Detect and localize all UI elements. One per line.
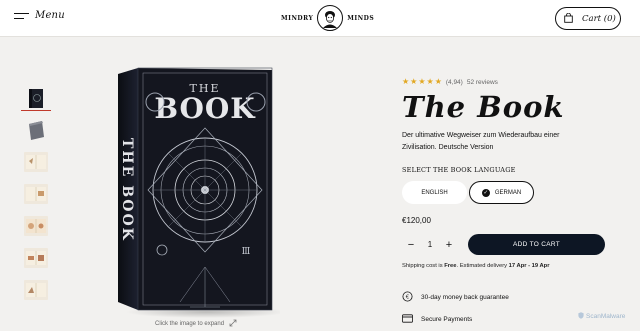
feature-label: Secure Payments [421, 316, 473, 323]
svg-text:THE BOOK: THE BOOK [119, 138, 135, 242]
thumbnail-page-4[interactable] [21, 246, 51, 271]
thumbnail-book-back[interactable] [21, 118, 51, 143]
logo-word-left: MINDRY [281, 14, 314, 22]
site-logo[interactable]: MINDRY MINDS [281, 5, 374, 31]
review-count: 52 reviews [466, 78, 498, 86]
feature-secure-payments: Secure Payments [402, 314, 472, 325]
money-back-icon: € [402, 291, 413, 304]
shipping-prefix: Shipping cost is [402, 263, 445, 269]
quantity-value[interactable]: 1 [424, 238, 436, 252]
quantity-increase-button[interactable]: + [442, 238, 456, 252]
shipping-free: Free [444, 263, 457, 269]
product-title: The Book [402, 90, 565, 124]
product-price: €120,00 [402, 216, 431, 225]
thumbnail-page-1[interactable] [21, 150, 51, 175]
quantity-decrease-button[interactable]: − [404, 238, 418, 252]
language-option-label: GERMAN [494, 189, 522, 196]
shipping-info: Shipping cost is Free. Estimated deliver… [402, 263, 549, 269]
hamburger-icon [14, 12, 29, 20]
rating[interactable]: ★ ★ ★ ★ ★ (4,94) 52 reviews [402, 78, 498, 86]
delivery-window: 17 Apr - 19 Apr [508, 263, 550, 269]
menu-button[interactable]: Menu [14, 10, 65, 21]
expand-icon[interactable] [229, 319, 237, 329]
star-icon: ★ [426, 77, 434, 86]
add-to-cart-button[interactable]: ADD TO CART [468, 234, 605, 255]
svg-text:BOOK: BOOK [154, 92, 256, 125]
site-header: Menu MINDRY MINDS Cart (0) [0, 0, 640, 37]
watermark: ScanMalware [578, 312, 625, 321]
rating-value: (4,94) [445, 78, 463, 86]
credit-card-icon [402, 314, 413, 325]
feature-money-back: € 30-day money back guarantee [402, 291, 509, 304]
menu-label: Menu [35, 10, 65, 21]
language-option-english[interactable]: ENGLISH [402, 181, 467, 204]
feature-label: 30-day money back guarantee [421, 294, 509, 301]
language-option-german[interactable]: ✓ GERMAN [469, 181, 534, 204]
cart-label: Cart (0) [582, 13, 616, 24]
thumbnail-page-3[interactable] [21, 214, 51, 239]
svg-text:€: € [406, 295, 410, 301]
shopping-bag-icon [564, 10, 573, 28]
logo-word-right: MINDS [347, 14, 375, 22]
shield-icon [578, 312, 584, 321]
star-icon: ★ [402, 77, 410, 86]
product-description: Der ultimative Wegweiser zum Wiederaufba… [402, 132, 560, 151]
expand-hint: Click the image to expand [155, 319, 237, 329]
watermark-label: ScanMalware [586, 313, 626, 320]
shipping-mid: . Estimated delivery [456, 263, 509, 269]
star-icon: ★ [434, 77, 442, 86]
star-icon: ★ [418, 77, 426, 86]
checkmark-icon: ✓ [481, 188, 490, 197]
product-main-image[interactable]: THE BOOK Ⅲ THE BOOK [110, 62, 286, 320]
cart-button[interactable]: Cart (0) [555, 7, 621, 30]
star-icon: ★ [410, 77, 418, 86]
expand-hint-label: Click the image to expand [155, 321, 225, 327]
svg-text:Ⅲ: Ⅲ [242, 247, 251, 257]
thumbnail-page-5[interactable] [21, 278, 51, 303]
language-option-label: ENGLISH [421, 189, 448, 196]
thumbnail-book-cover[interactable] [21, 86, 51, 111]
thumbnail-page-2[interactable] [21, 182, 51, 207]
language-label: SELECT THE BOOK LANGUAGE [402, 166, 516, 174]
logo-portrait-icon [317, 5, 344, 31]
